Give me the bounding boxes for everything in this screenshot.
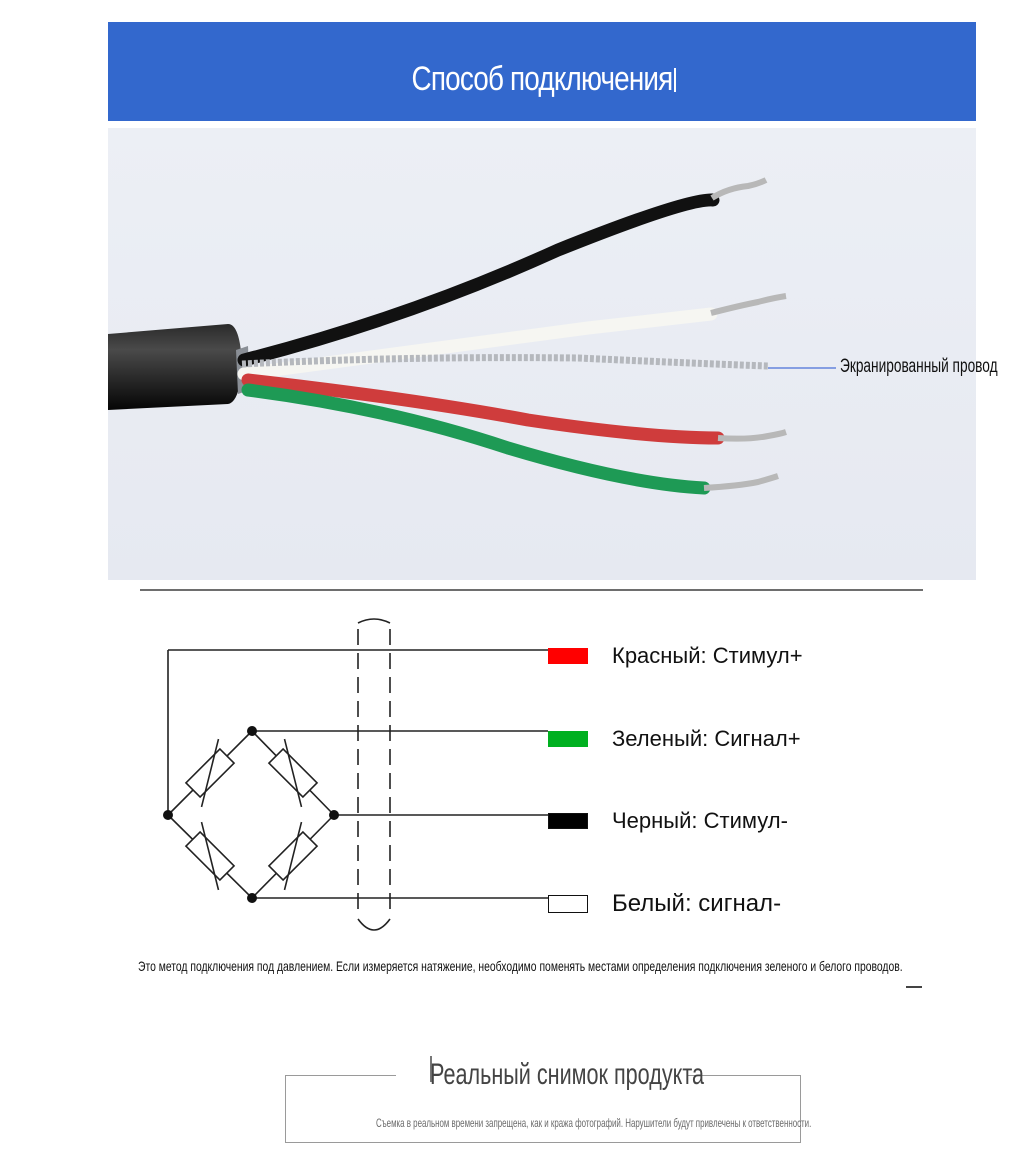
white-swatch — [548, 895, 588, 913]
note-dash — [906, 986, 922, 988]
green-swatch — [548, 731, 588, 747]
legend-black-label: Черный: Стимул- — [612, 808, 788, 833]
cable-illustration — [108, 128, 976, 580]
legend-white: Белый: сигнал- — [548, 890, 781, 918]
black-swatch — [548, 813, 588, 829]
red-swatch — [548, 648, 588, 664]
legend-green-label: Зеленый: Сигнал+ — [612, 726, 801, 751]
legend-white-label: Белый: сигнал- — [612, 890, 782, 917]
header-banner: Способ подключения — [108, 22, 976, 121]
legend-green: Зеленый: Сигнал+ — [548, 726, 801, 752]
real-photo-title: Реальный снимок продукта — [430, 1058, 704, 1091]
page-title: Способ подключения — [411, 60, 674, 98]
legend-red-label: Красный: Стимул+ — [612, 643, 803, 668]
legend-black: Черный: Стимул- — [548, 808, 788, 834]
connection-note: Это метод подключения под давлением. Есл… — [138, 958, 903, 974]
section-divider — [140, 589, 923, 591]
legend-red: Красный: Стимул+ — [548, 643, 803, 669]
cable-photo — [108, 128, 976, 580]
title-mark — [674, 68, 676, 92]
shield-wire-label: Экранированный провод — [840, 356, 998, 377]
real-photo-subtitle: Съемка в реальном времени запрещена, как… — [376, 1116, 812, 1130]
